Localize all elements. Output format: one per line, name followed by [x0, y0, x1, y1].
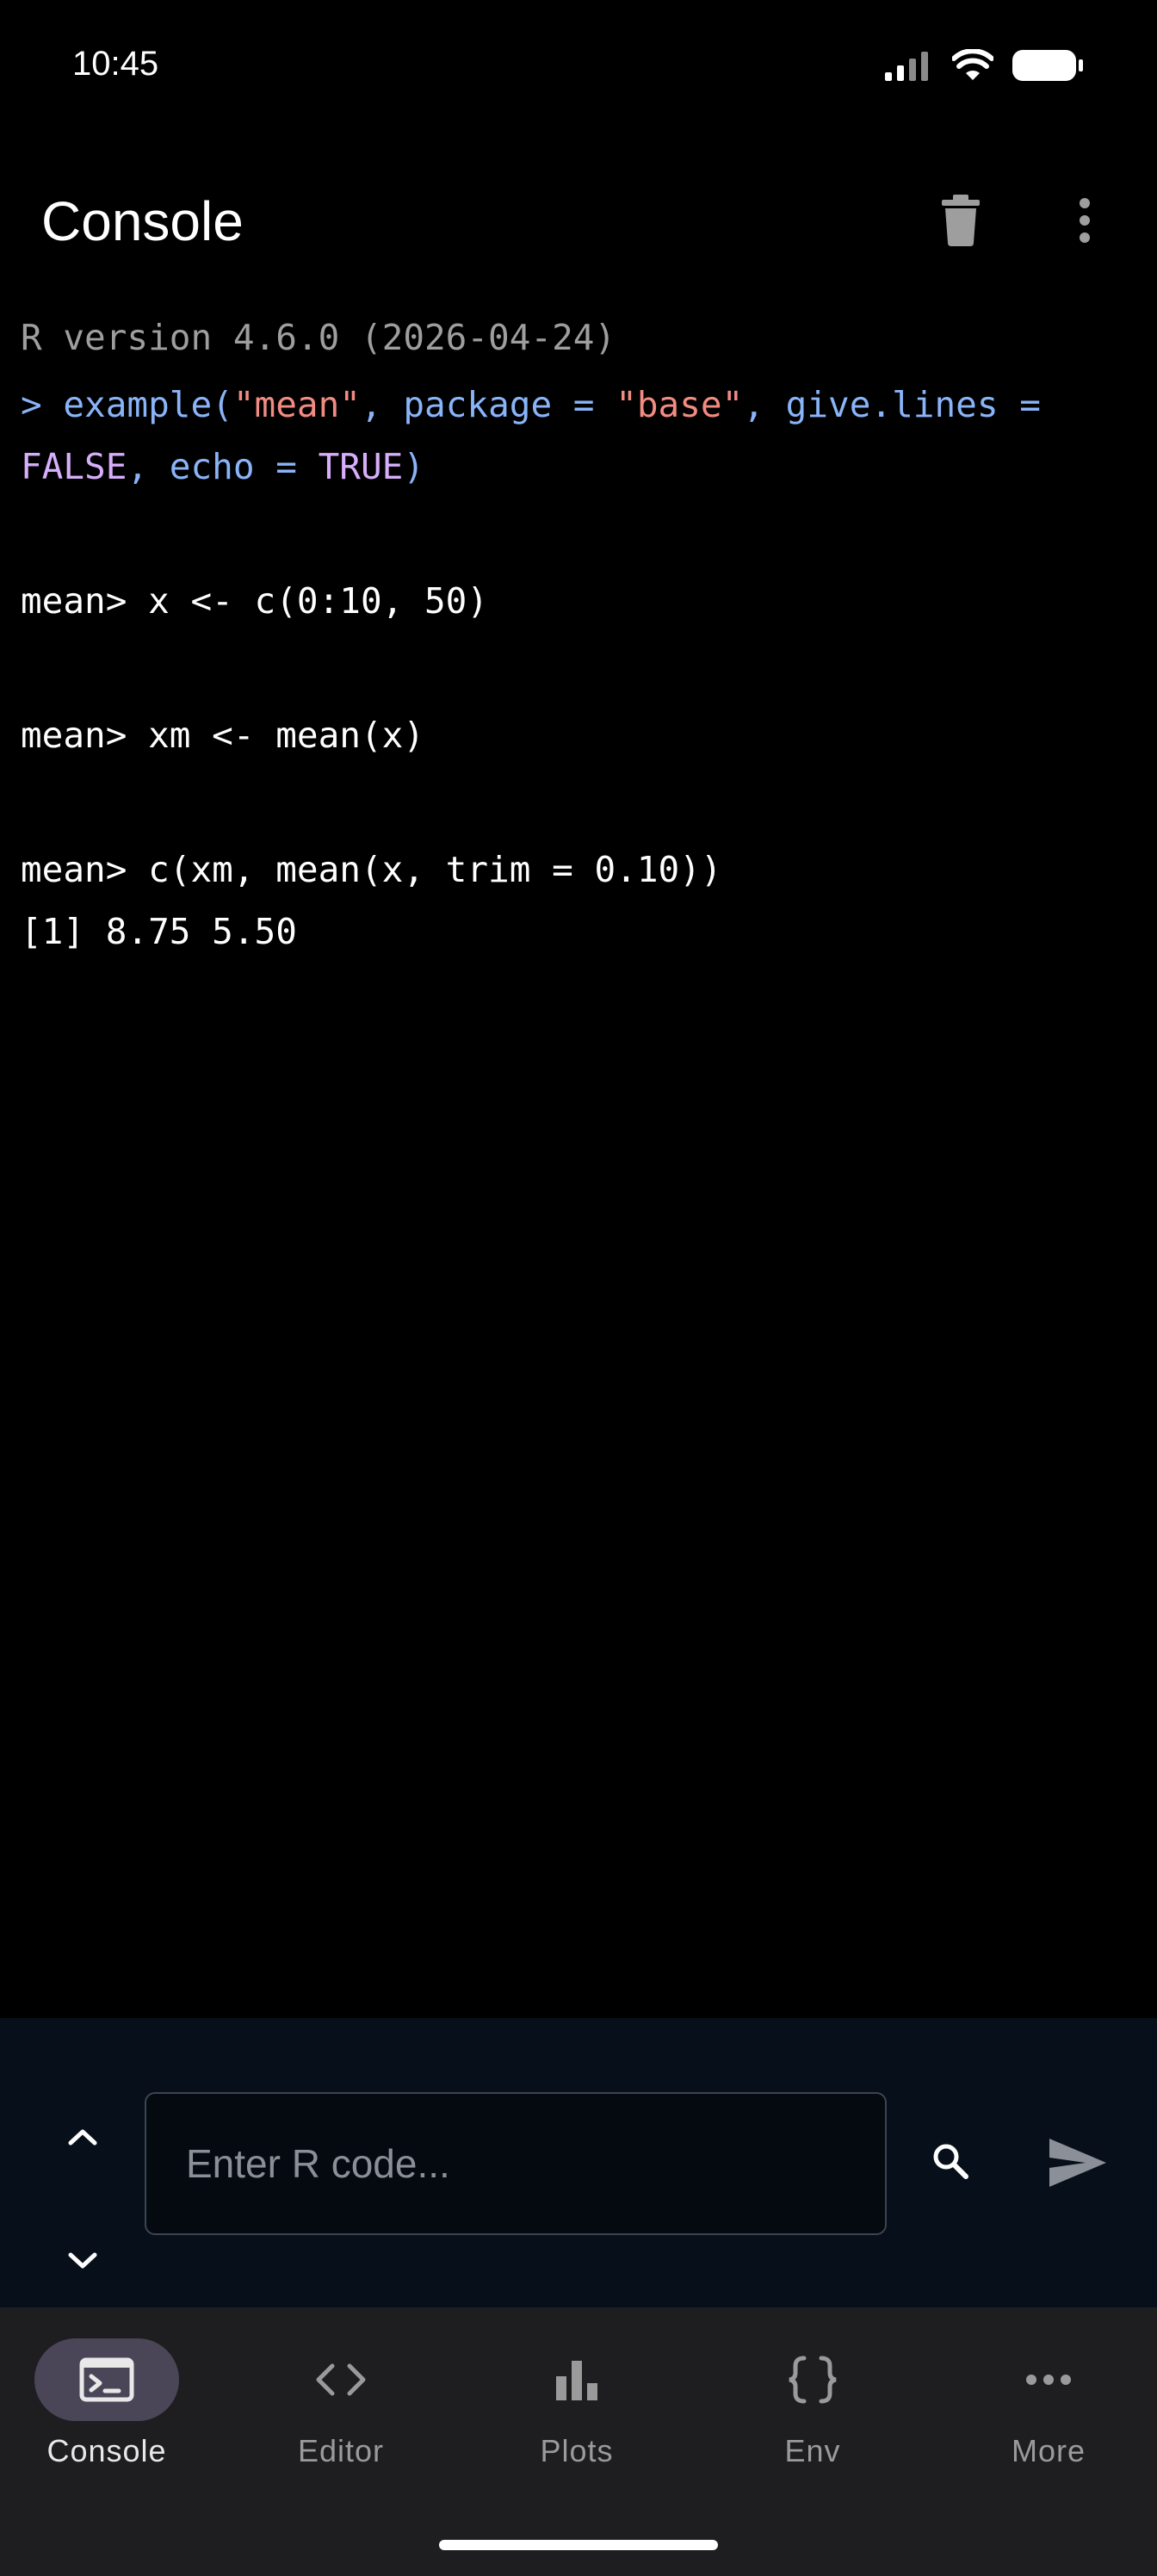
nav-item-plots[interactable]: Plots — [482, 2338, 671, 2502]
overflow-menu-button[interactable] — [1050, 186, 1119, 255]
delete-icon — [942, 195, 980, 246]
code-icon — [316, 2363, 366, 2396]
command-arg-sep: , package = — [360, 384, 616, 425]
bar-chart-icon — [556, 2361, 597, 2400]
input-area — [0, 2018, 1157, 2307]
wifi-icon — [952, 49, 993, 80]
status-time: 10:45 — [72, 45, 159, 83]
nav-label: Console — [46, 2433, 167, 2468]
chevron-up-icon — [68, 2129, 97, 2146]
battery-icon — [1012, 50, 1083, 81]
status-icons — [885, 48, 1085, 83]
r-code-input[interactable] — [145, 2092, 887, 2235]
chevron-down-icon — [68, 2252, 97, 2269]
history-up-button[interactable] — [48, 2102, 117, 2171]
command-keyword: TRUE — [318, 446, 404, 487]
send-button[interactable] — [1036, 2121, 1119, 2204]
command-string: "mean" — [232, 384, 361, 425]
app-bar: Console — [0, 155, 1157, 284]
page-title: Console — [41, 190, 244, 252]
search-icon — [933, 2144, 968, 2179]
command-arg-sep: , echo = — [127, 446, 319, 487]
history-down-button[interactable] — [48, 2226, 117, 2295]
console-line: mean> x <- c(0:10, 50) — [21, 580, 489, 622]
send-icon — [1049, 2139, 1106, 2187]
more-vert-icon — [1080, 198, 1090, 243]
nav-label: Env — [784, 2433, 841, 2468]
terminal-icon — [79, 2357, 134, 2402]
nav-label: Plots — [540, 2433, 614, 2468]
bottom-navigation: Console Editor Plots Env More — [0, 2307, 1157, 2576]
r-version-line: R version 4.6.0 (2026-04-24) — [21, 317, 616, 358]
command-echo: > example("mean", package = "base", give… — [21, 374, 1136, 498]
console-line: mean> c(xm, mean(x, trim = 0.10)) — [21, 849, 722, 890]
more-horiz-icon — [1026, 2375, 1071, 2385]
nav-label: More — [1011, 2433, 1086, 2468]
nav-item-console[interactable]: Console — [12, 2338, 201, 2502]
nav-item-env[interactable]: Env — [718, 2338, 907, 2502]
command-close: ) — [403, 446, 425, 487]
command-arg-sep: , give.lines = — [743, 384, 1041, 425]
clear-console-button[interactable] — [926, 186, 995, 255]
nav-active-indicator — [34, 2338, 179, 2421]
status-bar: 10:45 — [0, 0, 1157, 138]
nav-item-more[interactable]: More — [954, 2338, 1143, 2502]
console-line: mean> xm <- mean(x) — [21, 715, 424, 756]
console-result: [1] 8.75 5.50 — [21, 911, 297, 952]
prompt-symbol: > — [21, 384, 64, 425]
command-fn: example( — [63, 384, 233, 425]
search-button[interactable] — [916, 2127, 985, 2195]
command-keyword: FALSE — [21, 446, 127, 487]
nav-item-editor[interactable]: Editor — [246, 2338, 436, 2502]
braces-icon — [789, 2356, 837, 2404]
console-output: R version 4.6.0 (2026-04-24) > example("… — [21, 307, 1136, 963]
command-string: "base" — [616, 384, 744, 425]
home-indicator[interactable] — [439, 2540, 718, 2550]
signal-icon — [885, 52, 928, 81]
nav-label: Editor — [297, 2433, 385, 2468]
